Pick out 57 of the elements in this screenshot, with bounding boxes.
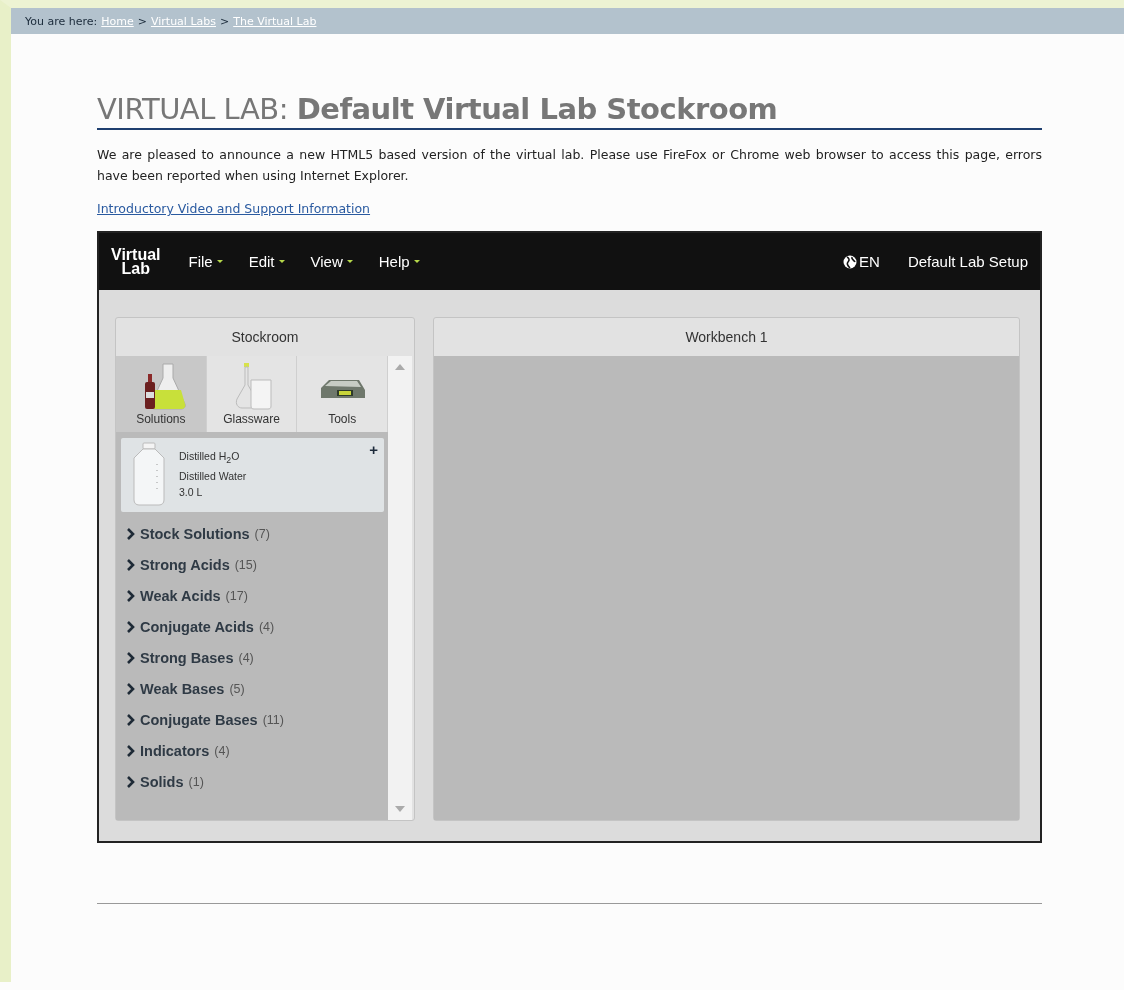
solution-formula: Distilled H$_{2}$O	[179, 449, 241, 468]
language-button[interactable]: EN	[843, 253, 880, 270]
category-count: (4)	[214, 743, 230, 758]
chevron-right-icon[interactable]	[126, 620, 135, 633]
solution-volume: 3.0 L	[179, 485, 204, 501]
category-name[interactable]: Conjugate Acids	[140, 618, 254, 635]
menu-button[interactable]: View	[302, 249, 361, 274]
breadcrumb-separator: >	[137, 14, 147, 28]
category-name[interactable]: Solids	[140, 773, 184, 790]
caret-icon	[413, 260, 420, 263]
chevron-right-icon[interactable]	[126, 558, 135, 571]
category-count: (7)	[254, 526, 270, 541]
chevron-right-icon[interactable]	[126, 713, 135, 726]
category-name[interactable]: Weak Bases	[140, 680, 225, 697]
category-count: (11)	[262, 712, 284, 727]
lab-setup-button[interactable]: Default Lab Setup	[907, 253, 1028, 270]
category-name[interactable]: Strong Bases	[140, 649, 234, 666]
category-count: (1)	[188, 774, 204, 789]
category-name[interactable]: Weak Acids	[140, 587, 221, 604]
stockroom-tab[interactable]: Tools	[297, 356, 388, 432]
category-count: (5)	[229, 681, 245, 696]
chevron-right-icon[interactable]	[126, 589, 135, 602]
category-name[interactable]: Strong Acids	[140, 556, 230, 573]
page-title: VIRTUAL LAB: Default Virtual Lab Stockroom	[97, 92, 1042, 130]
support-link[interactable]: Introductory Video and Support Information	[97, 201, 371, 216]
breadcrumb-separator: >	[220, 14, 230, 28]
menu-button[interactable]: Help	[370, 249, 428, 274]
category-name[interactable]: Indicators	[140, 742, 210, 759]
category-count: (4)	[258, 619, 275, 634]
chevron-right-icon[interactable]	[126, 744, 135, 757]
add-button[interactable]: +	[369, 444, 378, 456]
caret-icon	[346, 260, 353, 263]
globe-icon	[843, 254, 858, 269]
category-name[interactable]: Stock Solutions	[140, 525, 250, 542]
category-name[interactable]: Conjugate Bases	[140, 711, 258, 728]
scrollbar[interactable]	[388, 356, 412, 820]
panel-title: Workbench 1	[684, 328, 769, 347]
water-jug-icon	[131, 442, 167, 506]
caret-icon	[216, 260, 223, 263]
category-count: (4)	[238, 650, 254, 665]
chevron-right-icon[interactable]	[126, 527, 135, 540]
solution-name: Distilled Water	[179, 469, 247, 485]
stockroom-tab[interactable]: Solutions	[116, 356, 207, 432]
menu-button[interactable]: Edit	[240, 249, 293, 274]
chevron-right-icon[interactable]	[126, 651, 135, 664]
category-count: (17)	[225, 588, 248, 603]
app-logo[interactable]: Virtual Lab	[111, 247, 161, 276]
caret-icon	[278, 260, 285, 263]
stockroom-tab[interactable]: Glassware	[206, 356, 298, 432]
category-count: (15)	[234, 557, 257, 572]
chevron-right-icon[interactable]	[126, 682, 135, 695]
chevron-right-icon[interactable]	[126, 775, 135, 788]
intro-text: We are pleased to announce a new HTML5 based version of the virtual lab. Please use FireFox or Chrome web browser to access this page, errors have been reported when using Internet Explorer.	[97, 146, 1042, 185]
panel-title: Stockroom	[230, 328, 300, 347]
menu-button[interactable]: File	[180, 249, 231, 274]
breadcrumb-label: You are here:	[25, 14, 98, 28]
solution-card[interactable]: Distilled H$_{2}$O Distilled Water 3.0 L +	[121, 438, 384, 512]
